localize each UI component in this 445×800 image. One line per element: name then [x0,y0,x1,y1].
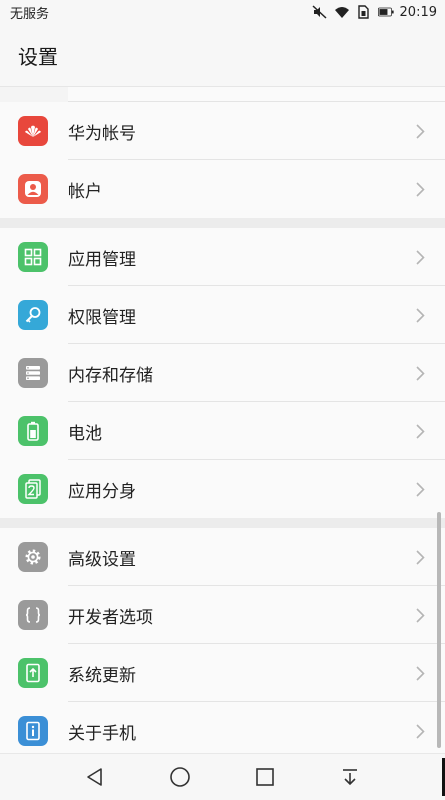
settings-list[interactable]: 华为帐号 帐户 应用管理 权限管理 内存和存储 电池 应用分身 高级设置 开发者… [0,87,445,754]
list-item-label: 应用分身 [68,481,136,502]
chevron-right-icon [407,181,433,197]
storage-icon [18,358,48,388]
system-update-icon [18,658,48,688]
section-system: 高级设置 开发者选项 系统更新 关于手机 [0,528,445,754]
info-icon [18,716,48,746]
wifi-icon [334,5,350,19]
apps-grid-icon [18,242,48,272]
list-item-app-twin[interactable]: 应用分身 [0,460,445,518]
app-twin-icon [18,474,48,504]
home-icon[interactable] [165,762,195,792]
section-gap [0,218,445,228]
list-item-label: 关于手机 [68,723,136,744]
list-item-partial [68,87,445,102]
list-item-huawei-account[interactable]: 华为帐号 [0,102,445,160]
list-item-label: 高级设置 [68,549,136,570]
section-account: 华为帐号 帐户 [0,102,445,218]
chevron-right-icon [407,665,433,681]
app-bar: 设置 [0,24,445,87]
battery-icon [18,416,48,446]
chevron-right-icon [407,423,433,439]
chevron-right-icon [407,481,433,497]
list-item-label: 开发者选项 [68,607,153,628]
chevron-right-icon [407,123,433,139]
braces-icon [18,600,48,630]
list-item-storage[interactable]: 内存和存储 [0,344,445,402]
list-item-system-update[interactable]: 系统更新 [0,644,445,702]
list-item-permissions[interactable]: 权限管理 [0,286,445,344]
chevron-right-icon [407,307,433,323]
chevron-right-icon [407,549,433,565]
clock-time: 20:19 [399,4,437,20]
status-bar: 无服务 20:19 [0,0,445,24]
list-item-label: 内存和存储 [68,365,153,386]
list-item-about-phone[interactable]: 关于手机 [0,702,445,754]
list-item-developer-options[interactable]: 开发者选项 [0,586,445,644]
list-item-label: 华为帐号 [68,123,136,144]
key-icon [18,300,48,330]
gear-icon [18,542,48,572]
carrier-text: 无服务 [10,6,50,22]
list-item-label: 系统更新 [68,665,136,686]
battery-icon [377,5,394,19]
list-item-accounts[interactable]: 帐户 [0,160,445,218]
huawei-logo-icon [18,116,48,146]
notification-pull-icon[interactable] [335,762,365,792]
section-apps: 应用管理 权限管理 内存和存储 电池 应用分身 [0,228,445,518]
list-item-advanced-settings[interactable]: 高级设置 [0,528,445,586]
back-icon[interactable] [80,762,110,792]
section-gap [0,518,445,528]
chevron-right-icon [407,249,433,265]
user-icon [18,174,48,204]
list-item-label: 帐户 [68,181,102,202]
recents-icon[interactable] [250,762,280,792]
chevron-right-icon [407,607,433,623]
list-item-label: 应用管理 [68,249,136,270]
mute-icon [312,5,328,19]
list-item-label: 电池 [68,423,102,444]
page-title: 设置 [18,44,58,69]
scrollbar[interactable] [437,512,441,748]
navigation-bar [0,753,445,800]
list-item-app-management[interactable]: 应用管理 [0,228,445,286]
chevron-right-icon [407,723,433,739]
sim-icon [356,5,372,19]
list-item-battery[interactable]: 电池 [0,402,445,460]
chevron-right-icon [407,365,433,381]
list-item-label: 权限管理 [68,307,136,328]
status-icons: 20:19 [312,5,437,20]
